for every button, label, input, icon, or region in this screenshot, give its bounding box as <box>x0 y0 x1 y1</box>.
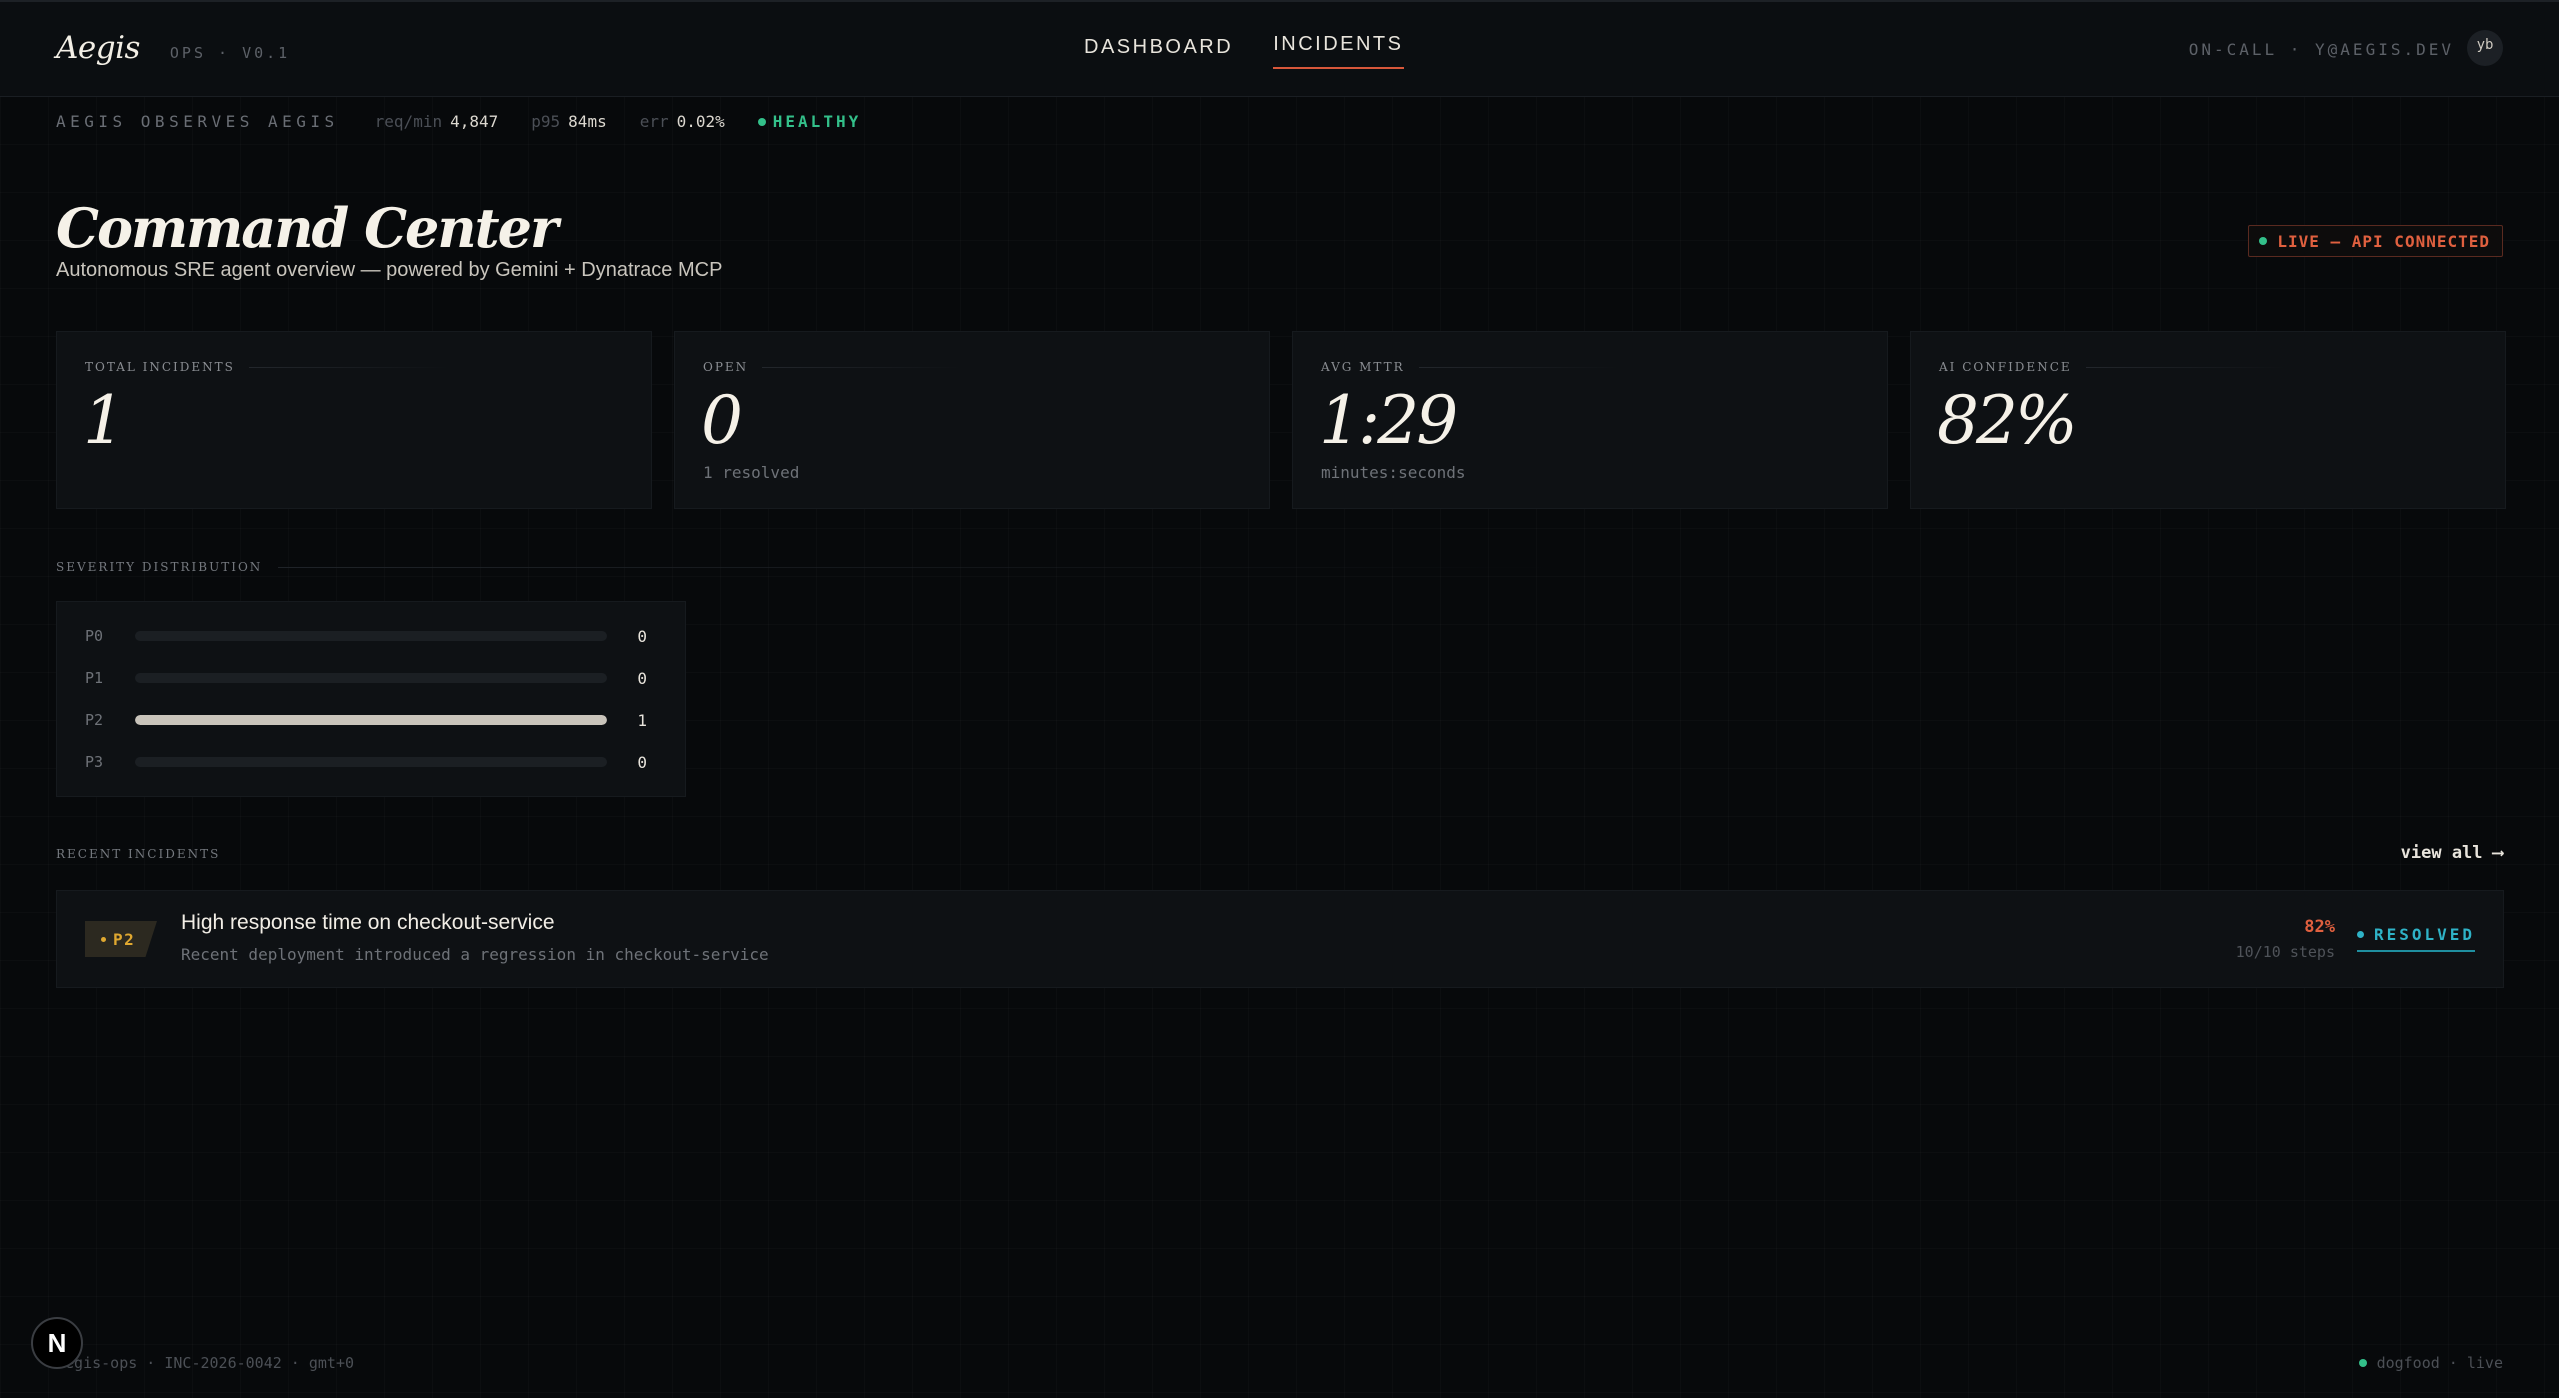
severity-bar <box>135 757 607 767</box>
severity-panel: P0 0 P1 0 P2 1 P3 0 <box>56 601 686 797</box>
divider <box>248 366 449 368</box>
stat-value: 0 <box>701 382 743 459</box>
view-all-link[interactable]: view all ⟶ <box>2401 843 2503 863</box>
nav-links: DASHBOARD INCIDENTS <box>1084 33 1404 69</box>
severity-label: P1 <box>85 669 104 687</box>
live-status-badge: LIVE — API CONNECTED <box>2248 225 2503 257</box>
stat-label: AVG MTTR <box>1321 360 1619 374</box>
severity-row-p3: P3 0 <box>85 752 647 772</box>
avatar[interactable]: yb <box>2467 30 2503 66</box>
section-title: SEVERITY DISTRIBUTION <box>56 560 263 574</box>
priority-badge: P2 <box>85 921 157 957</box>
stat-value: 82% <box>1937 382 2078 459</box>
page-title: Command Center <box>56 196 558 260</box>
status-dot-icon <box>2356 931 2364 938</box>
severity-row-p2: P2 1 <box>85 710 647 730</box>
section-title: RECENT INCIDENTS <box>56 847 221 861</box>
stat-card-ai-confidence: AI CONFIDENCE 82% <box>1910 331 2506 509</box>
divider <box>762 366 963 368</box>
stat-value: 1:29 <box>1319 382 1458 459</box>
live-status-text: LIVE — API CONNECTED <box>2277 231 2490 251</box>
incident-row[interactable]: P2 High response time on checkout-servic… <box>56 890 2504 988</box>
severity-bar <box>135 715 607 725</box>
stat-value: 1 <box>83 382 125 459</box>
footer-status: dogfood · live <box>2358 1354 2503 1372</box>
incident-title[interactable]: High response time on checkout-service <box>181 911 555 935</box>
footer-status-text: dogfood · live <box>2376 1354 2503 1372</box>
severity-label: P3 <box>85 753 104 771</box>
incident-steps: 10/10 steps <box>2235 943 2335 961</box>
self-observability-strip: AEGIS OBSERVES AEGIS req/min 4,847 p95 8… <box>56 112 861 131</box>
divider <box>2085 366 2286 368</box>
health-status: HEALTHY <box>772 112 862 131</box>
metric-req-value: 4,847 <box>450 112 499 131</box>
stat-card-open: OPEN 0 1 resolved <box>674 331 1270 509</box>
stat-label-text: AVG MTTR <box>1321 360 1405 374</box>
metric-err-value: 0.02% <box>676 112 725 131</box>
severity-row-p1: P1 0 <box>85 668 647 688</box>
severity-bar-fill <box>135 715 607 725</box>
status-badge: RESOLVED <box>2356 925 2475 952</box>
brand[interactable]: Aegis OPS · V0.1 <box>56 30 290 66</box>
stat-label-text: TOTAL INCIDENTS <box>85 360 235 374</box>
severity-count: 0 <box>637 626 647 646</box>
metric-err-label: err <box>639 112 669 131</box>
divider <box>278 566 1559 568</box>
incident-description: Recent deployment introduced a regressio… <box>181 945 769 964</box>
strip-title: AEGIS OBSERVES AEGIS <box>56 112 339 131</box>
stat-card-avg-mttr: AVG MTTR 1:29 minutes:seconds <box>1292 331 1888 509</box>
severity-label: P2 <box>85 711 104 729</box>
stat-label-text: OPEN <box>703 360 749 374</box>
brand-version: OPS · V0.1 <box>169 44 291 62</box>
severity-bar <box>135 673 607 683</box>
live-dot-icon <box>2358 1359 2367 1367</box>
stat-label: OPEN <box>703 360 963 374</box>
footer-context: aegis-ops · INC-2026-0042 · gmt+0 <box>56 1354 355 1372</box>
severity-count: 1 <box>637 710 647 730</box>
severity-count: 0 <box>637 752 647 772</box>
status-label: RESOLVED <box>2373 925 2475 944</box>
brand-logo[interactable]: Aegis <box>56 30 140 66</box>
stat-foot: minutes:seconds <box>1321 463 1466 482</box>
metric-p95-label: p95 <box>531 112 561 131</box>
priority-dot-icon <box>101 936 106 942</box>
page-subtitle: Autonomous SRE agent overview — powered … <box>56 259 723 281</box>
stat-card-total-incidents: TOTAL INCIDENTS 1 <box>56 331 652 509</box>
incident-confidence: 82% <box>2304 917 2335 937</box>
recent-section-label: RECENT INCIDENTS <box>56 847 220 861</box>
metric-req-label: req/min <box>374 112 443 131</box>
stat-foot: 1 resolved <box>703 463 800 482</box>
severity-bar <box>135 631 607 641</box>
oncall-user: ON-CALL · Y@AEGIS.DEV <box>2188 40 2454 59</box>
nav-dashboard[interactable]: DASHBOARD <box>1084 36 1233 69</box>
stat-label: AI CONFIDENCE <box>1939 360 2286 374</box>
stat-label-text: AI CONFIDENCE <box>1939 360 2072 374</box>
live-dot-icon <box>2259 237 2268 245</box>
nextjs-dev-indicator-icon[interactable]: N <box>31 1317 83 1369</box>
severity-section-label: SEVERITY DISTRIBUTION <box>56 560 1559 574</box>
priority-label: P2 <box>113 929 136 949</box>
severity-count: 0 <box>637 668 647 688</box>
divider <box>1418 366 1619 368</box>
top-nav: Aegis OPS · V0.1 DASHBOARD INCIDENTS ON-… <box>0 0 2559 97</box>
stat-label: TOTAL INCIDENTS <box>85 360 449 374</box>
stat-cards: TOTAL INCIDENTS 1 OPEN 0 1 resolved AVG … <box>56 331 2506 509</box>
health-dot-icon <box>757 117 766 126</box>
severity-label: P0 <box>85 627 104 645</box>
nav-incidents[interactable]: INCIDENTS <box>1273 33 1404 69</box>
metric-p95-value: 84ms <box>568 112 607 131</box>
severity-row-p0: P0 0 <box>85 626 647 646</box>
